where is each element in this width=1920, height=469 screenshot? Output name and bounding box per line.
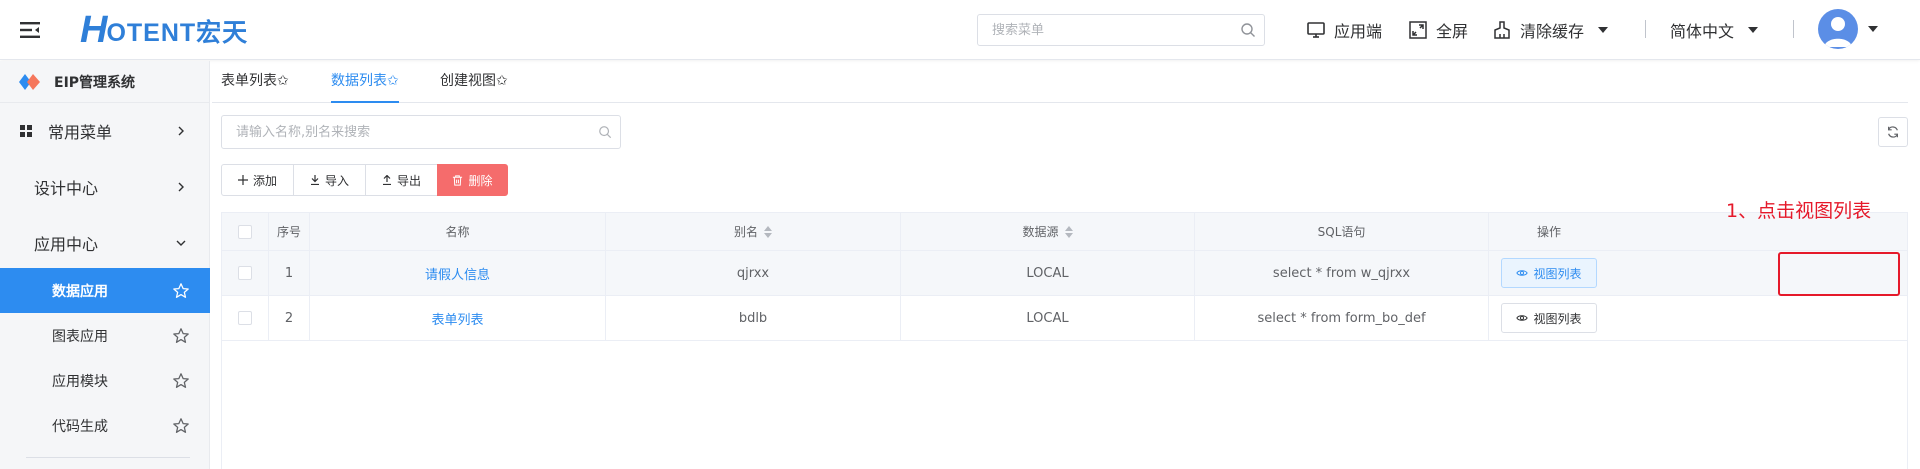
annotation-text: 1、点击视图列表 — [1726, 200, 1872, 222]
menu-search-input[interactable] — [978, 15, 1218, 45]
menu-toggle-icon[interactable] — [18, 18, 42, 42]
row-name-link[interactable]: 表单列表 — [310, 296, 606, 340]
tab-bar: 表单列表✩ 数据列表✩ 创建视图✩ — [212, 61, 1908, 103]
import-icon — [310, 175, 319, 185]
refresh-icon — [1888, 126, 1898, 138]
chevron-down-icon — [1748, 27, 1759, 33]
main-content: 表单列表✩ 数据列表✩ 创建视图✩ 添加 导入 导出 删除 — [212, 61, 1920, 469]
chevron-right-icon — [178, 126, 184, 136]
menu-search-box — [977, 14, 1265, 46]
select-all-cell — [222, 213, 269, 250]
chevron-down-icon — [1598, 27, 1609, 33]
header-divider — [1645, 20, 1646, 38]
sidebar-item-app-module[interactable]: 应用模块 — [0, 358, 210, 403]
sidebar-item-app-center[interactable]: 应用中心 — [0, 215, 210, 271]
row-alias: bdlb — [606, 296, 901, 340]
sidebar-item-data-app[interactable]: 数据应用 — [0, 268, 210, 313]
fullscreen-label: 全屏 — [1436, 22, 1469, 41]
search-icon[interactable] — [1240, 22, 1256, 38]
row-select-cell — [222, 251, 269, 295]
avatar-chevron-down-icon[interactable] — [1868, 26, 1878, 32]
delete-button[interactable]: 删除 — [437, 164, 508, 196]
row-datasource: LOCAL — [901, 296, 1195, 340]
row-index: 2 — [269, 296, 310, 340]
row-datasource: LOCAL — [901, 251, 1195, 295]
chevron-right-icon — [178, 182, 184, 192]
sidebar-item-chart-app[interactable]: 图表应用 — [0, 313, 210, 358]
header-name: 名称 — [310, 213, 606, 250]
name-alias-search-input[interactable] — [222, 116, 582, 148]
eip-logo-icon — [19, 73, 40, 90]
tab-create-view[interactable]: 创建视图✩ — [440, 61, 508, 103]
annotation-highlight-box — [1778, 252, 1900, 296]
eye-icon — [1516, 270, 1529, 276]
star-icon[interactable] — [172, 417, 190, 435]
trash-icon — [453, 174, 463, 186]
select-all-checkbox[interactable] — [238, 224, 252, 239]
header-sql: SQL语句 — [1195, 213, 1489, 250]
eye-icon — [1516, 315, 1529, 321]
row-actions: 视图列表 — [1489, 251, 1609, 295]
sidebar-item-common-menu[interactable]: 常用菜单 — [0, 103, 210, 159]
app-client-label: 应用端 — [1334, 22, 1383, 41]
table-row: 2 表单列表 bdlb LOCAL select * from form_bo_… — [222, 296, 1907, 341]
plus-icon — [237, 175, 248, 185]
sidebar: EIP管理系统 常用菜单 设计中心 应用中心 数据应用 图表应用 应用模块 代码… — [0, 61, 210, 469]
export-icon — [382, 175, 391, 185]
toolbar: 添加 导入 导出 删除 — [221, 164, 508, 196]
top-header: H OTENT宏天 应用端 全屏 清除缓存 简体中文 — [0, 0, 1920, 60]
row-sql: select * from w_qjrxx — [1195, 251, 1489, 295]
row-name-link[interactable]: 请假人信息 — [310, 251, 606, 295]
view-list-button[interactable]: 视图列表 — [1501, 303, 1597, 333]
view-list-button[interactable]: 视图列表 — [1501, 258, 1597, 288]
row-sql: select * from form_bo_def — [1195, 296, 1489, 340]
row-index: 1 — [269, 251, 310, 295]
sidebar-item-code-gen[interactable]: 代码生成 — [0, 403, 210, 448]
row-alias: qjrxx — [606, 251, 901, 295]
data-table: 序号 名称 别名 数据源 SQL语句 操作 1 请假人信息 qjrxx LOCA… — [221, 212, 1908, 469]
language-dropdown[interactable]: 简体中文 — [1670, 18, 1759, 42]
row-select-cell — [222, 296, 269, 340]
row-actions: 视图列表 — [1489, 296, 1609, 340]
add-button[interactable]: 添加 — [221, 164, 294, 196]
header-index: 序号 — [269, 213, 310, 250]
sidebar-item-design-center[interactable]: 设计中心 — [0, 159, 210, 215]
app-client-button[interactable]: 应用端 — [1306, 18, 1382, 42]
star-icon[interactable] — [172, 327, 190, 345]
grid-icon — [20, 125, 32, 137]
hotent-logo[interactable]: H OTENT宏天 — [80, 10, 248, 50]
tab-data-list[interactable]: 数据列表✩ — [331, 61, 399, 103]
row-checkbox[interactable] — [238, 311, 252, 325]
fullscreen-icon — [1409, 21, 1427, 39]
fullscreen-button[interactable]: 全屏 — [1408, 18, 1468, 42]
refresh-button[interactable] — [1878, 117, 1908, 147]
header-datasource[interactable]: 数据源 — [901, 213, 1195, 250]
language-label: 简体中文 — [1670, 22, 1735, 41]
import-button[interactable]: 导入 — [293, 164, 366, 196]
search-icon[interactable] — [598, 125, 612, 143]
broom-icon — [1494, 21, 1510, 39]
table-header: 序号 名称 别名 数据源 SQL语句 操作 — [222, 213, 1907, 251]
header-alias[interactable]: 别名 — [606, 213, 901, 250]
row-checkbox[interactable] — [238, 266, 252, 280]
system-title: EIP管理系统 — [0, 61, 210, 103]
clear-cache-label: 清除缓存 — [1520, 22, 1585, 41]
sidebar-divider — [26, 457, 190, 458]
header-divider — [1793, 20, 1794, 38]
monitor-icon — [1307, 22, 1325, 38]
star-icon[interactable] — [172, 372, 190, 390]
chevron-down-icon — [176, 240, 186, 246]
header-actions: 操作 — [1536, 225, 1561, 239]
clear-cache-dropdown[interactable]: 清除缓存 — [1492, 18, 1609, 42]
sort-icon[interactable] — [1064, 225, 1073, 238]
table-row: 1 请假人信息 qjrxx LOCAL select * from w_qjrx… — [222, 251, 1907, 296]
user-avatar[interactable] — [1818, 9, 1858, 49]
filter-box — [221, 115, 621, 149]
sort-icon[interactable] — [764, 225, 772, 238]
export-button[interactable]: 导出 — [365, 164, 438, 196]
tab-form-list[interactable]: 表单列表✩ — [221, 61, 289, 103]
star-icon[interactable] — [172, 282, 190, 300]
